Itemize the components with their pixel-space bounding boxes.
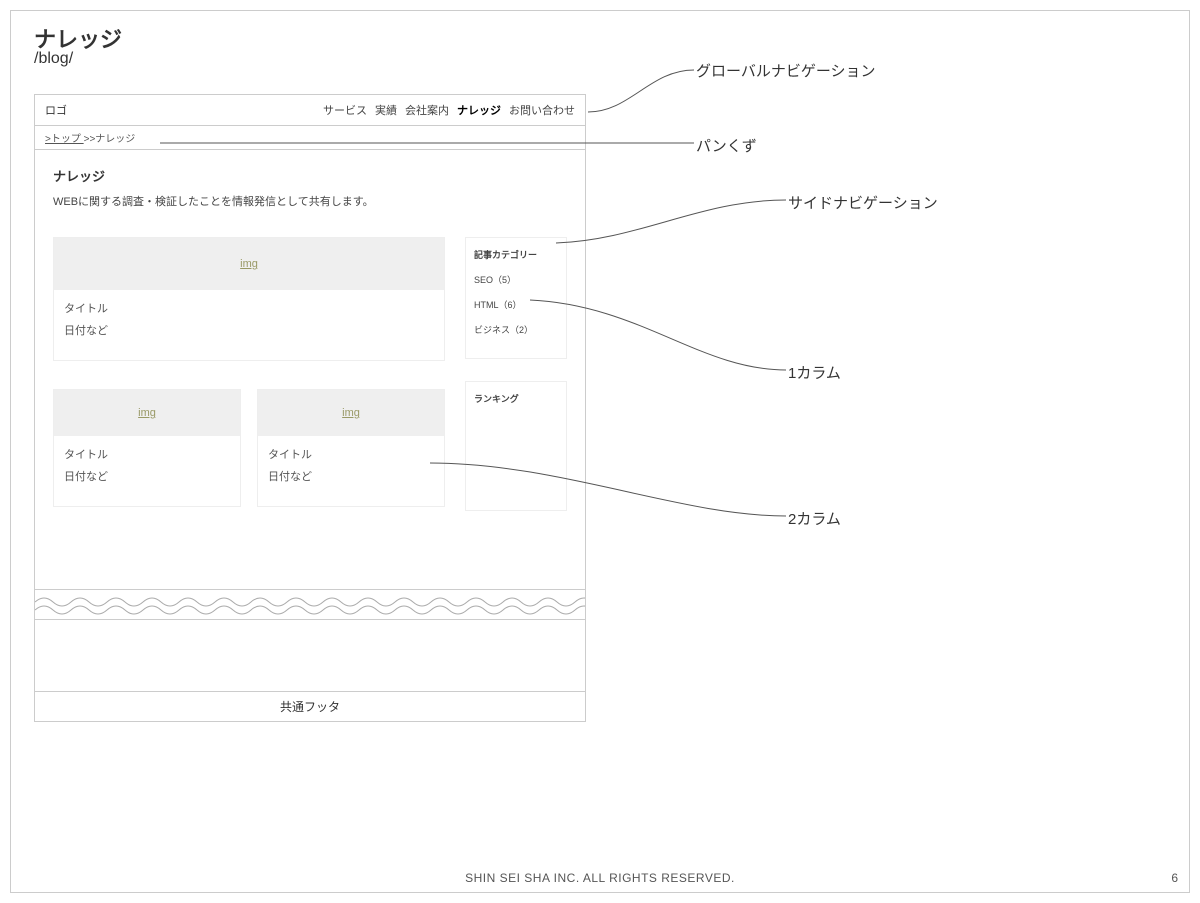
global-nav: サービス 実績 会社案内 ナレッジ お問い合わせ [323,102,575,118]
breadcrumb: >トップ >>ナレッジ [34,126,586,150]
card-date: 日付など [64,322,434,338]
category-box: 記事カテゴリー SEO（5） HTML（6） ビジネス（2） [465,237,567,359]
annotation-2col: 2カラム [788,508,841,529]
nav-item-contact[interactable]: お問い合わせ [509,102,575,118]
annotation-1col: 1カラム [788,362,841,383]
image-placeholder: img [258,390,444,436]
annotation-global-nav: グローバルナビゲーション [696,60,876,81]
article-card-2col[interactable]: img タイトル 日付など [53,389,241,507]
image-placeholder: img [54,390,240,436]
card-title: タイトル [64,446,230,462]
logo-placeholder: ロゴ [45,102,67,118]
mock-header: ロゴ サービス 実績 会社案内 ナレッジ お問い合わせ [34,94,586,126]
category-item[interactable]: SEO（5） [474,273,558,286]
content-title: ナレッジ [53,166,567,185]
content-desc: WEBに関する調査・検証したことを情報発信として共有します。 [53,193,567,209]
breadcrumb-top-link[interactable]: >トップ [45,134,84,145]
card-date: 日付など [268,468,434,484]
main-column: img タイトル 日付など img タイトル 日付など [53,237,445,511]
image-placeholder: img [54,238,444,290]
category-heading: 記事カテゴリー [474,248,558,261]
article-row-2col: img タイトル 日付など img タイトル 日付など [53,389,445,507]
ranking-box: ランキング [465,381,567,511]
card-title: タイトル [268,446,434,462]
ranking-heading: ランキング [474,392,558,405]
page-number: 6 [1171,871,1178,885]
category-item[interactable]: ビジネス（2） [474,323,558,336]
wireframe-mock: ロゴ サービス 実績 会社案内 ナレッジ お問い合わせ >トップ >>ナレッジ … [34,94,586,722]
nav-item-company[interactable]: 会社案内 [405,102,449,118]
category-item[interactable]: HTML（6） [474,298,558,311]
nav-item-knowledge[interactable]: ナレッジ [457,102,501,118]
annotation-breadcrumb: パンくず [696,135,757,156]
side-column: 記事カテゴリー SEO（5） HTML（6） ビジネス（2） ランキング [465,237,567,511]
annotation-side-nav: サイドナビゲーション [788,192,938,213]
article-card-1col[interactable]: img タイトル 日付など [53,237,445,361]
article-card-2col[interactable]: img タイトル 日付など [257,389,445,507]
mock-body: ナレッジ WEBに関する調査・検証したことを情報発信として共有します。 img … [34,150,586,590]
card-date: 日付など [64,468,230,484]
breadcrumb-current: >>ナレッジ [84,134,136,145]
page-path: /blog/ [34,50,73,68]
copyright: SHIN SEI SHA INC. ALL RIGHTS RESERVED. [0,871,1200,885]
body-spacer [34,620,586,692]
content-break [34,590,586,620]
card-title: タイトル [64,300,434,316]
common-footer: 共通フッタ [34,692,586,722]
nav-item-service[interactable]: サービス [323,102,367,118]
nav-item-works[interactable]: 実績 [375,102,397,118]
